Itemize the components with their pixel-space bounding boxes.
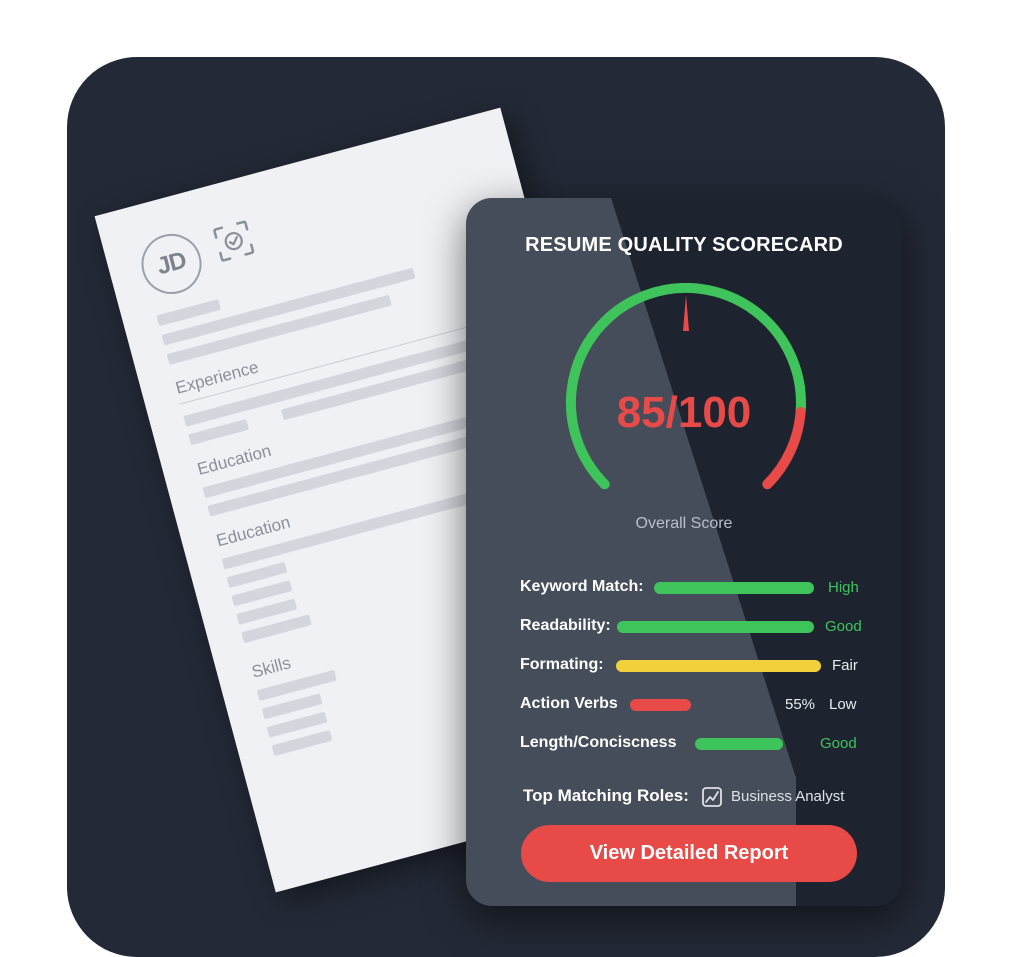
overall-score-label: Overall Score	[635, 515, 733, 532]
metric-keyword-match-bar	[654, 582, 814, 594]
metric-formatting-bar	[616, 660, 821, 672]
metric-readability-bar	[617, 621, 814, 633]
trend-chart-icon	[702, 787, 722, 807]
overall-score-value: 85/100	[616, 388, 752, 437]
metric-action-verbs-value: Low	[829, 696, 857, 713]
scorecard-title: RESUME QUALITY SCORECARD	[525, 234, 843, 256]
resume-section-skills: Skills	[249, 653, 293, 682]
metric-formatting-value: Fair	[832, 657, 858, 674]
metric-formatting-label: Formating:	[520, 656, 604, 673]
metric-readability-label: Readability:	[520, 617, 611, 634]
avatar-initials: JD	[154, 246, 189, 281]
metric-length-label: Length/Conciscness	[520, 734, 677, 751]
metric-action-verbs-percent: 55%	[785, 696, 816, 713]
top-roles-label: Top Matching Roles:	[523, 786, 689, 805]
scorecard-panel: RESUME QUALITY SCORECARD 85/100 Overall …	[466, 198, 902, 906]
avatar: JD	[134, 227, 209, 301]
metric-length-bar	[695, 738, 783, 750]
metric-action-verbs-bar	[630, 699, 691, 711]
metric-action-verbs-label: Action Verbs	[520, 695, 618, 712]
metric-length-value: Good	[820, 735, 857, 752]
metric-keyword-match-label: Keyword Match:	[520, 578, 644, 595]
metric-keyword-match-value: High	[828, 579, 859, 596]
top-role-value: Business Analyst	[731, 788, 845, 805]
view-detailed-report-button[interactable]: View Detailed Report	[521, 825, 857, 882]
face-scan-check-icon	[213, 220, 255, 262]
gauge-needle	[683, 295, 689, 331]
metric-readability-value: Good	[825, 618, 862, 635]
